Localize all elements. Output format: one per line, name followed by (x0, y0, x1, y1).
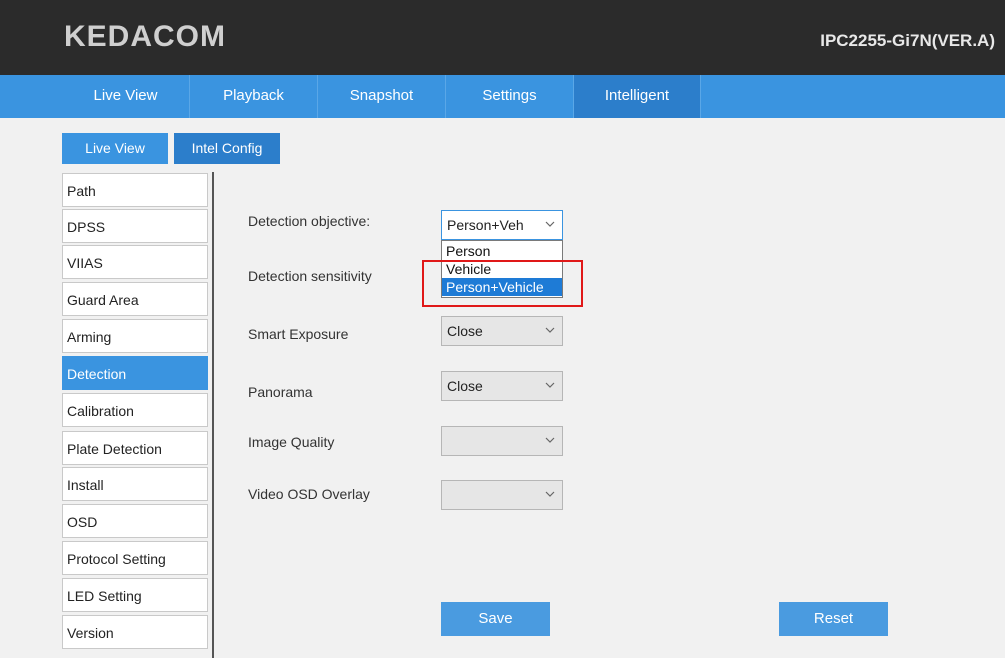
image-quality-label: Image Quality (248, 434, 335, 450)
sidebar-item-plate-detection[interactable]: Plate Detection (62, 431, 208, 465)
tab-live-view[interactable]: Live View (62, 75, 190, 118)
image-quality-select[interactable] (441, 426, 563, 456)
sidebar-item-led-setting[interactable]: LED Setting (62, 578, 208, 612)
sidebar-item-guard-area[interactable]: Guard Area (62, 282, 208, 316)
sidebar-item-osd[interactable]: OSD (62, 504, 208, 538)
video-osd-overlay-label: Video OSD Overlay (248, 486, 370, 502)
top-header: KEDACOM IPC2255-Gi7N(VER.A) (0, 0, 1005, 75)
detection-objective-label: Detection objective: (248, 213, 371, 229)
chevron-down-icon (545, 327, 555, 333)
subtab-live-view[interactable]: Live View (62, 133, 168, 164)
sidebar-item-install[interactable]: Install (62, 467, 208, 501)
sidebar-item-protocol-setting[interactable]: Protocol Setting (62, 541, 208, 575)
main-nav: Live View Playback Snapshot Settings Int… (0, 75, 1005, 118)
detection-objective-value: Person+Veh (447, 217, 524, 233)
chevron-down-icon (545, 382, 555, 388)
tab-settings[interactable]: Settings (446, 75, 574, 118)
sidebar-item-detection[interactable]: Detection (62, 356, 208, 390)
tab-intelligent[interactable]: Intelligent (574, 75, 701, 118)
sidebar-menu: Path DPSS VIIAS Guard Area Arming Detect… (62, 172, 214, 658)
chevron-down-icon (545, 491, 555, 497)
highlight-box (422, 260, 583, 307)
chevron-down-icon (545, 221, 555, 227)
option-person[interactable]: Person (442, 242, 562, 260)
detection-objective-select[interactable]: Person+Veh (441, 210, 563, 240)
panorama-select[interactable]: Close (441, 371, 563, 401)
smart-exposure-select[interactable]: Close (441, 316, 563, 346)
sidebar-item-viias[interactable]: VIIAS (62, 245, 208, 279)
detection-sensitivity-label: Detection sensitivity (248, 268, 372, 284)
sidebar-item-version[interactable]: Version (62, 615, 208, 649)
brand-logo: KEDACOM (64, 20, 226, 53)
sidebar-item-calibration[interactable]: Calibration (62, 393, 208, 427)
tab-snapshot[interactable]: Snapshot (318, 75, 446, 118)
reset-button[interactable]: Reset (779, 602, 888, 636)
video-osd-overlay-select[interactable] (441, 480, 563, 510)
sidebar-item-dpss[interactable]: DPSS (62, 209, 208, 243)
sidebar-item-arming[interactable]: Arming (62, 319, 208, 353)
subtab-intel-config[interactable]: Intel Config (174, 133, 280, 164)
panorama-label: Panorama (248, 384, 313, 400)
sidebar-item-path[interactable]: Path (62, 173, 208, 207)
device-model: IPC2255-Gi7N(VER.A) (820, 31, 995, 50)
save-button[interactable]: Save (441, 602, 550, 636)
chevron-down-icon (545, 437, 555, 443)
tab-playback[interactable]: Playback (190, 75, 318, 118)
smart-exposure-value: Close (447, 323, 483, 339)
smart-exposure-label: Smart Exposure (248, 326, 349, 342)
panorama-value: Close (447, 378, 483, 394)
